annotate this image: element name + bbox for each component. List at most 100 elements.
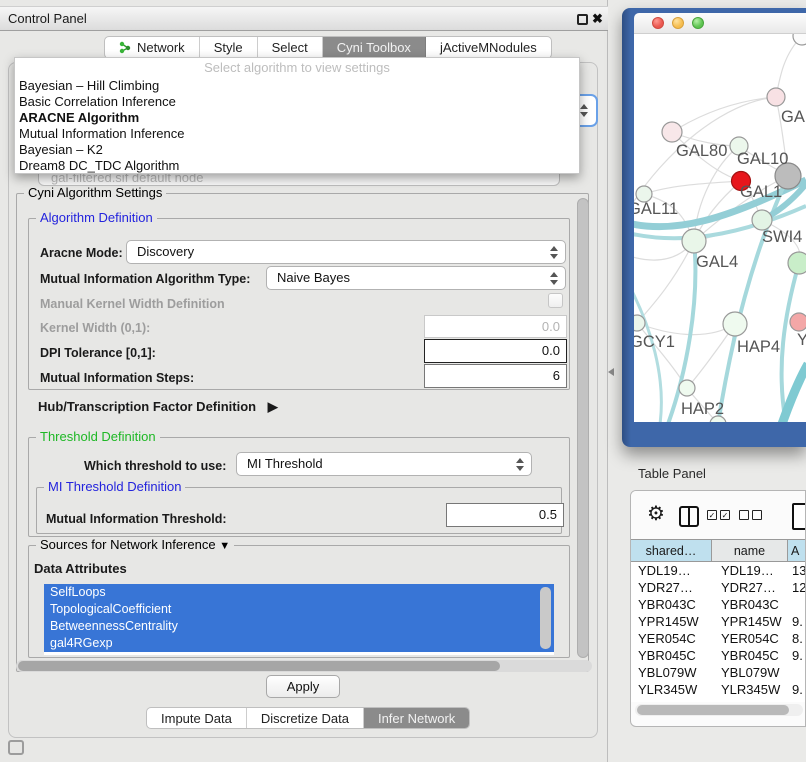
mi-type-combo[interactable]: Naive Bayes (266, 266, 566, 290)
which-threshold-value: MI Threshold (247, 456, 323, 471)
tab-select[interactable]: Select (258, 37, 323, 58)
table-row[interactable]: YER054CYER054C8. (631, 630, 806, 647)
network-view-window: GAL GAL80 GAL10 GAL1 SWI4 GAL11 GAL4 GCY… (622, 8, 806, 447)
tab-style[interactable]: Style (200, 37, 258, 58)
table-panel: ⚙ ✓ ✓ shared… name A YDL19…YDL19…13 YDR2… (630, 490, 806, 727)
bottom-tab-bar: Impute Data Discretize Data Infer Networ… (146, 707, 470, 729)
node-y[interactable] (790, 313, 806, 331)
table-row[interactable]: YLR345WYLR345W9. (631, 681, 806, 698)
cell: YIL052C (631, 698, 712, 702)
settings-vertical-scrollbar[interactable] (577, 198, 589, 658)
hub-definition-toggle[interactable]: Hub/Transcription Factor Definition ▶ (38, 399, 278, 415)
attribute-item[interactable]: BetweennessCentrality (44, 618, 554, 635)
table-row[interactable]: YBR043CYBR043C (631, 596, 806, 613)
cell: 9 (788, 698, 806, 702)
node-gal4[interactable] (682, 229, 706, 253)
tab-impute-data[interactable]: Impute Data (147, 708, 247, 728)
tab-infer-network[interactable]: Infer Network (364, 708, 469, 728)
tab-cyni-toolbox[interactable]: Cyni Toolbox (323, 37, 426, 58)
tab-network-label: Network (137, 40, 185, 55)
algorithm-item[interactable]: Basic Correlation Inference (15, 94, 579, 110)
algorithm-item-selected[interactable]: ARACNE Algorithm (15, 110, 579, 126)
tab-discretize-data-label: Discretize Data (261, 711, 349, 726)
table-row[interactable]: YBL079WYBL079W (631, 664, 806, 681)
table-body: YDL19…YDL19…13 YDR27…YDR27…12 YBR043CYBR… (631, 562, 806, 702)
apply-button[interactable]: Apply (266, 675, 340, 698)
node[interactable] (788, 252, 806, 274)
node-hap2[interactable] (679, 380, 695, 396)
table-row[interactable]: YDR27…YDR27…12 (631, 579, 806, 596)
algorithm-dropdown-list: Select algorithm to view settings Bayesi… (14, 57, 580, 174)
algorithm-item[interactable]: Bayesian – K2 (15, 142, 579, 158)
mi-steps-label: Mutual Information Steps: (40, 371, 194, 385)
node-gal80[interactable] (662, 122, 682, 142)
table-horizontal-scrollbar[interactable] (635, 704, 803, 716)
data-attributes-label: Data Attributes (34, 561, 127, 576)
cell (788, 596, 806, 613)
algorithm-item[interactable]: Bayesian – Hill Climbing (15, 78, 579, 94)
table-row[interactable]: YDL19…YDL19…13 (631, 562, 806, 579)
split-pane-collapse-icon[interactable] (608, 368, 614, 376)
table-row[interactable]: YIL052CYIL052C9 (631, 698, 806, 702)
expand-right-icon: ▶ (268, 399, 278, 414)
threshold-definition-title: Threshold Definition (36, 430, 160, 444)
minimize-window-icon[interactable] (672, 17, 684, 29)
columns-icon[interactable] (679, 506, 699, 527)
column-header-name[interactable]: name (712, 540, 788, 561)
tab-network[interactable]: Network (105, 37, 200, 58)
which-threshold-label: Which threshold to use: (84, 459, 226, 473)
node-label: Y (797, 331, 806, 349)
node-gcy1[interactable] (634, 315, 645, 331)
tab-discretize-data[interactable]: Discretize Data (247, 708, 364, 728)
deselect-all-icon[interactable] (739, 510, 749, 520)
mi-type-value: Naive Bayes (277, 270, 350, 285)
cell: YBR043C (712, 596, 788, 613)
deselect-all-icon[interactable] (752, 510, 762, 520)
which-threshold-combo[interactable]: MI Threshold (236, 452, 532, 476)
node-swi4[interactable] (752, 210, 772, 230)
node-hap4[interactable] (723, 312, 747, 336)
network-canvas[interactable]: GAL GAL80 GAL10 GAL1 SWI4 GAL11 GAL4 GCY… (634, 34, 806, 422)
attribute-item[interactable]: gal4RGexp (44, 635, 554, 652)
node-label: GCY1 (634, 333, 675, 351)
manual-kernel-checkbox[interactable] (548, 293, 563, 308)
float-panel-icon[interactable] (577, 14, 588, 25)
list-scrollbar[interactable] (540, 587, 551, 649)
column-header-shared[interactable]: shared… (631, 540, 712, 561)
top-tab-bar: Network Style Select Cyni Toolbox jActiv… (104, 36, 552, 59)
node-label: GAL10 (737, 150, 788, 168)
collapsed-panel-icon[interactable] (8, 740, 24, 755)
tab-cyni-toolbox-label: Cyni Toolbox (337, 40, 411, 55)
table-row[interactable]: YPR145WYPR145W9. (631, 613, 806, 630)
mi-steps-field[interactable]: 6 (424, 364, 567, 388)
table-header-row: shared… name A (631, 539, 806, 562)
attribute-item[interactable]: TopologicalCoefficient (44, 601, 554, 618)
manual-kernel-label: Manual Kernel Width Definition (40, 297, 225, 311)
dpi-tolerance-field[interactable]: 0.0 (424, 339, 567, 363)
algorithm-item[interactable]: Mutual Information Inference (15, 126, 579, 142)
gear-icon[interactable]: ⚙ (647, 501, 665, 526)
table-row[interactable]: YBR045CYBR045C9. (631, 647, 806, 664)
mi-threshold-field[interactable]: 0.5 (446, 503, 564, 527)
control-panel-titlebar: Control Panel ✖ (0, 6, 608, 31)
tab-jactivemnodules[interactable]: jActiveMNodules (426, 37, 551, 58)
node-gal[interactable] (767, 88, 785, 106)
settings-horizontal-scrollbar[interactable] (16, 660, 592, 672)
network-window-titlebar[interactable] (634, 13, 806, 34)
sources-group-title[interactable]: Sources for Network Inference ▼ (36, 538, 234, 553)
cell: YBR045C (712, 647, 788, 664)
column-header-clipped[interactable]: A (788, 540, 806, 561)
select-all-icon[interactable]: ✓ (720, 510, 730, 520)
close-panel-icon[interactable]: ✖ (592, 7, 603, 31)
table-options-icon[interactable] (792, 503, 806, 530)
close-window-icon[interactable] (652, 17, 664, 29)
scrollbar-thumb[interactable] (637, 705, 789, 715)
node-label: GAL1 (740, 183, 782, 201)
kernel-width-field[interactable]: 0.0 (424, 315, 567, 338)
scrollbar-thumb[interactable] (18, 661, 500, 671)
zoom-window-icon[interactable] (692, 17, 704, 29)
algorithm-item[interactable]: Dream8 DC_TDC Algorithm (15, 158, 579, 174)
select-all-icon[interactable]: ✓ (707, 510, 717, 520)
attribute-item[interactable]: SelfLoops (44, 584, 554, 601)
aracne-mode-combo[interactable]: Discovery (126, 240, 566, 264)
